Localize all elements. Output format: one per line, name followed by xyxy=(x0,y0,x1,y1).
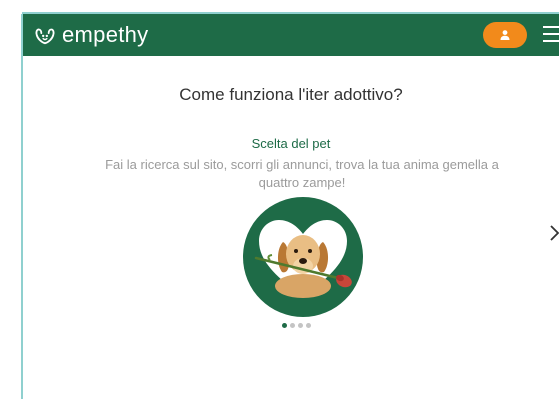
section-title: Come funziona l'iter adottivo? xyxy=(179,85,403,104)
carousel-dot[interactable] xyxy=(282,323,287,328)
window-border xyxy=(21,14,23,399)
brand-logo[interactable]: empethy xyxy=(34,22,148,48)
user-icon xyxy=(500,30,510,40)
paw-heart-icon xyxy=(35,28,55,45)
carousel-dot[interactable] xyxy=(290,323,295,328)
dog-heart-icon xyxy=(243,197,363,317)
step-title: Scelta del pet xyxy=(251,136,331,151)
hamburger-menu-icon xyxy=(543,26,559,28)
step-description: Fai la ricerca sul sito, scorri gli annu… xyxy=(105,157,499,190)
window-left-frame xyxy=(0,0,22,399)
carousel-dot[interactable] xyxy=(306,323,311,328)
carousel-pagination xyxy=(282,323,314,328)
hamburger-menu-button[interactable] xyxy=(543,26,559,44)
chevron-right-icon[interactable] xyxy=(549,224,559,242)
user-account-button[interactable] xyxy=(483,22,527,48)
brand-name: empethy xyxy=(62,22,149,47)
top-navbar: empethy xyxy=(23,14,559,56)
carousel-dot[interactable] xyxy=(298,323,303,328)
